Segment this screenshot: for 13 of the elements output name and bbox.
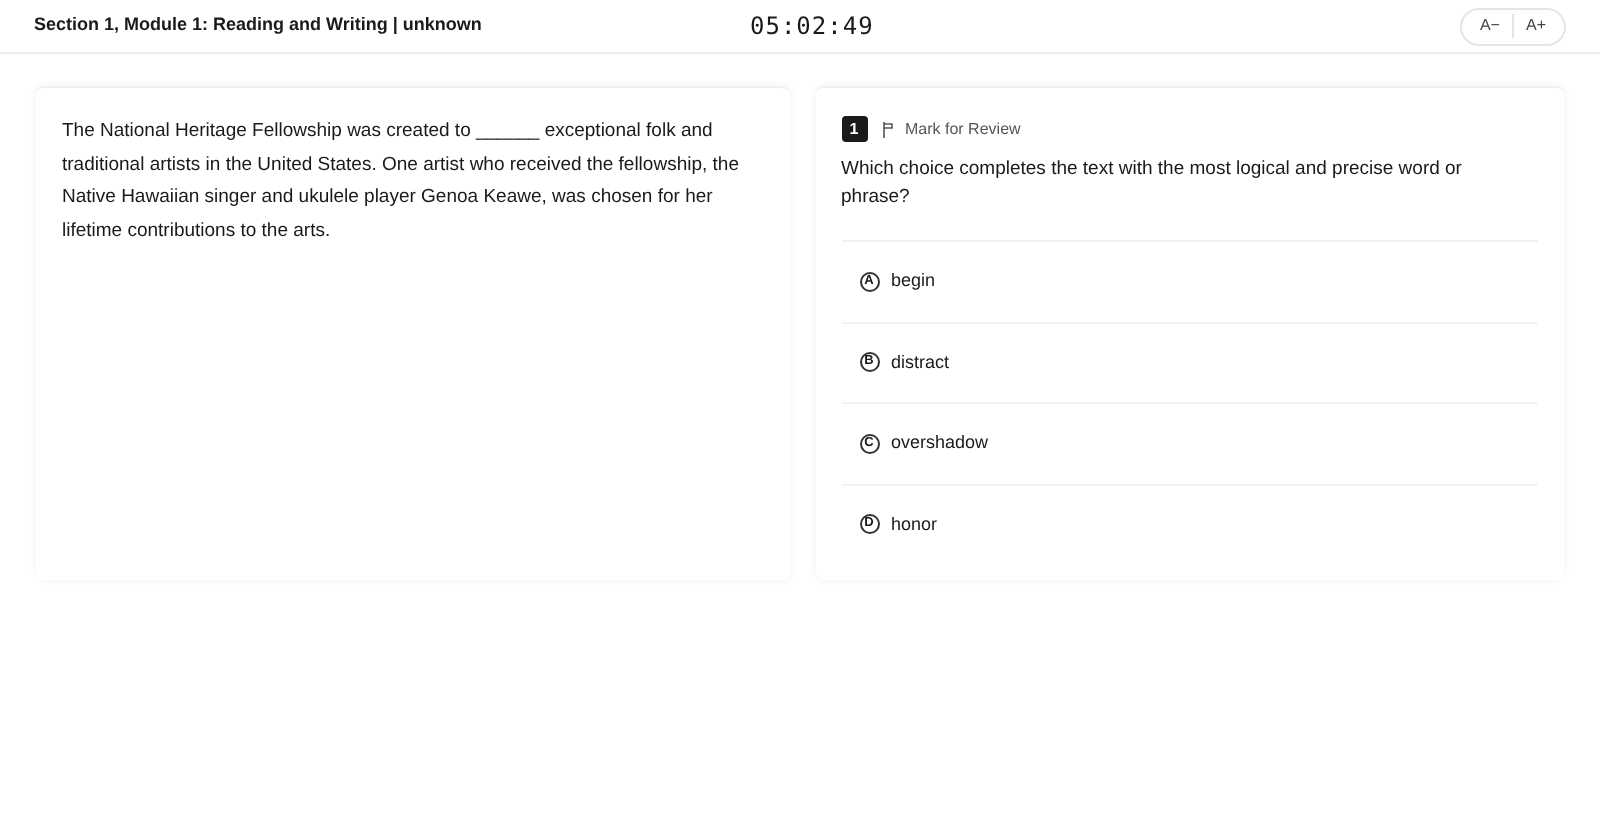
choice-text: overshadow xyxy=(891,430,989,456)
question-prompt: Which choice completes the text with the most logical and precise word or phrase? xyxy=(841,156,1464,212)
section-title: Section 1, Module 1: Reading and Writing | unknown xyxy=(34,12,482,39)
question-number: 1 xyxy=(841,116,867,142)
passage-text: The National Heritage Fellowship was created to ______ exceptional folk and traditional artists in the United States. One artist who received the fellowship, the Native Hawaiian singer and ukulele player Genoa Keawe, was chosen for her lifetime contributions to the arts. xyxy=(62,118,741,245)
mark-for-review-button[interactable]: Mark for Review xyxy=(881,117,1021,141)
flag-icon xyxy=(881,121,893,137)
timer: 05:02:49 xyxy=(750,10,874,44)
choice-text: distract xyxy=(891,349,950,375)
font-size-button[interactable]: A− xyxy=(1467,14,1512,38)
choice-text: honor xyxy=(891,511,938,537)
choice-text: begin xyxy=(891,268,936,294)
font-size-button[interactable]: A+ xyxy=(1511,14,1558,38)
